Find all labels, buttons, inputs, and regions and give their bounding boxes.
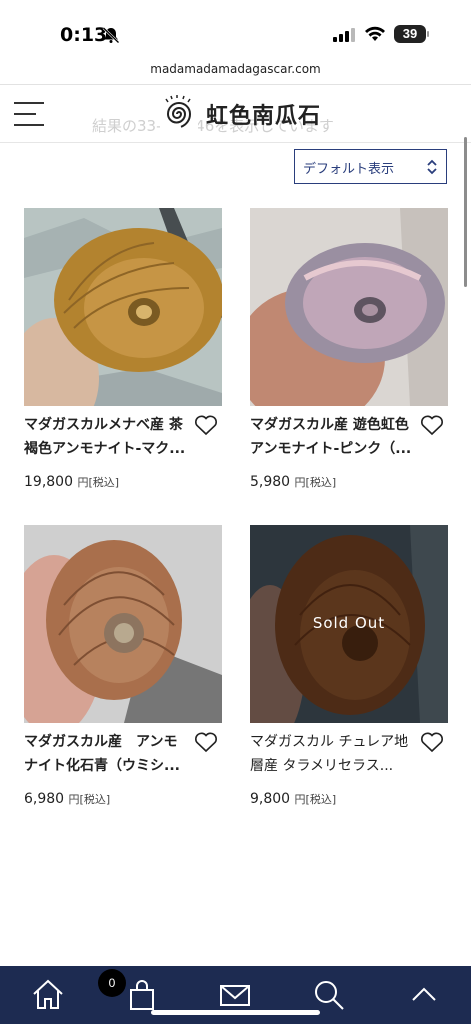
product-price: 6,980 円[税込]	[24, 791, 111, 807]
bell-muted-icon	[102, 27, 120, 43]
product-price: 19,800 円[税込]	[24, 474, 120, 490]
heart-icon[interactable]	[194, 731, 218, 753]
heart-icon[interactable]	[420, 414, 444, 436]
bottom-nav	[0, 966, 471, 1024]
product-price: 5,980 円[税込]	[250, 474, 337, 490]
site-logo[interactable]: 虹色南瓜石	[160, 93, 321, 135]
ammonite-logo-icon	[160, 94, 198, 134]
sort-selected-label: デフォルト表示	[303, 162, 395, 177]
site-header: 結果の33-40/146を表示しています 虹色南瓜石	[0, 85, 471, 143]
url-bar[interactable]: madamadamadagascar.com	[0, 62, 471, 76]
sold-out-label: Sold Out	[312, 614, 386, 632]
product-title[interactable]: マダガスカル産 遊色虹色 アンモナイト-ピンク（...	[250, 413, 420, 461]
status-time: 0:13	[60, 24, 108, 46]
scrollbar[interactable]	[464, 137, 467, 287]
logo-text: 虹色南瓜石	[206, 104, 322, 129]
home-icon[interactable]	[31, 978, 65, 1012]
battery-icon: 39	[394, 25, 430, 43]
heart-icon[interactable]	[194, 414, 218, 436]
menu-icon[interactable]	[14, 101, 46, 127]
product-title[interactable]: マダガスカルメナベ産 茶 褐色アンモナイト-マク...	[24, 413, 194, 461]
select-caret-icon	[427, 159, 437, 175]
cart-count-badge: 0	[98, 969, 126, 997]
wifi-icon	[365, 26, 385, 41]
product-image[interactable]	[24, 525, 222, 723]
mail-icon[interactable]	[218, 978, 252, 1012]
sort-select[interactable]: デフォルト表示	[294, 149, 447, 184]
chevron-up-icon[interactable]	[407, 978, 441, 1012]
status-bar: 0:13 39	[0, 0, 471, 56]
search-icon[interactable]	[312, 978, 346, 1012]
cart-icon[interactable]	[125, 978, 159, 1012]
battery-level: 39	[402, 26, 418, 41]
home-indicator	[151, 1010, 320, 1015]
product-image[interactable]	[24, 208, 222, 406]
product-image[interactable]	[250, 208, 448, 406]
product-price: 9,800 円[税込]	[250, 791, 337, 807]
product-title[interactable]: マダガスカル チュレア地 層産 タラメリセラス...	[250, 730, 420, 778]
product-image[interactable]: Sold Out	[250, 525, 448, 723]
heart-icon[interactable]	[420, 731, 444, 753]
signal-icon	[333, 28, 355, 42]
product-title[interactable]: マダガスカル産 アンモ ナイト化石青（ウミシ...	[24, 730, 194, 778]
